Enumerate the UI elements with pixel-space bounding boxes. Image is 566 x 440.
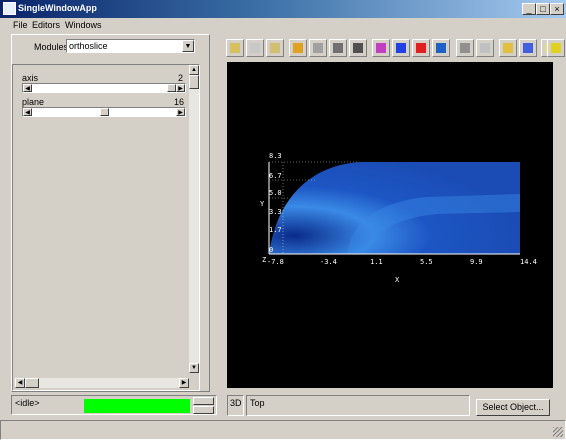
- plane-slider-thumb[interactable]: [100, 108, 109, 116]
- rotate-icon[interactable]: [289, 39, 307, 57]
- status-toggle-top[interactable]: [193, 397, 214, 405]
- status-bar: [0, 420, 566, 440]
- plane-label: plane: [22, 97, 45, 107]
- 3d-viewport[interactable]: 8.3 6.7 5.0 3.3 1.7 0 Y Z -7.8 -3.4 1.1 …: [227, 62, 553, 388]
- x-tick-label: -3.4: [320, 258, 337, 266]
- arrow-right-icon[interactable]: ▶: [176, 84, 185, 92]
- y-tick-label: 3.3: [269, 208, 282, 216]
- menu-windows[interactable]: Windows: [62, 19, 105, 32]
- close-button[interactable]: ×: [550, 3, 564, 15]
- zoom-icon[interactable]: [309, 39, 327, 57]
- menu-bar: File Editors Windows: [0, 19, 566, 32]
- vertical-scroll-thumb[interactable]: [189, 75, 199, 89]
- y-tick-label: 6.7: [269, 172, 282, 180]
- arrow-up-icon[interactable]: ▲: [189, 65, 199, 75]
- modules-value: orthoslice: [69, 41, 108, 51]
- viewer-status-bar: 3D Top Select Object...: [227, 393, 553, 418]
- view-all-icon[interactable]: [246, 39, 264, 57]
- axis-value: 2: [178, 73, 184, 83]
- axis-label: axis: [22, 73, 39, 83]
- select-object-button[interactable]: Select Object...: [476, 399, 550, 416]
- y-tick-label: 8.3: [269, 152, 282, 160]
- z-axis-label: Z: [262, 256, 267, 264]
- vertical-scrollbar[interactable]: ▲ ▼: [189, 65, 199, 373]
- view-name-label: Top: [250, 398, 265, 408]
- view-color-icon[interactable]: [432, 39, 450, 57]
- chevron-down-icon[interactable]: ▼: [182, 40, 194, 52]
- title-bar[interactable]: SingleWindowApp _ □ ×: [0, 0, 566, 18]
- view-name-field: Top: [246, 395, 470, 416]
- arrow-right-icon[interactable]: ▶: [179, 378, 189, 388]
- x-tick-label: 5.5: [420, 258, 433, 266]
- mode-3d-label: 3D: [230, 398, 242, 408]
- y-tick-label: 0: [269, 246, 274, 254]
- minimize-button[interactable]: _: [522, 3, 536, 15]
- x-tick-label: 1.1: [370, 258, 383, 266]
- module-parameters: axis 2 ◀ ▶ plane 16 ◀ ▶ ▲ ▼ ◀ ▶: [12, 64, 200, 391]
- perspective-icon[interactable]: [519, 39, 537, 57]
- y-axis-label: Y: [260, 200, 265, 208]
- select-icon[interactable]: [329, 39, 347, 57]
- arrow-left-icon[interactable]: ◀: [15, 378, 25, 388]
- x-axis-label: X: [395, 276, 400, 284]
- y-tick-label: 5.0: [269, 189, 282, 197]
- left-panel: Modules orthoslice ▼ axis 2 ◀ ▶ plane 16…: [11, 34, 210, 392]
- x-tick-label: 14.4: [520, 258, 537, 266]
- interact-icon[interactable]: [349, 39, 367, 57]
- x-tick-label: -7.8: [267, 258, 284, 266]
- modules-label: Modules: [34, 42, 69, 52]
- arrow-left-icon[interactable]: ◀: [23, 84, 32, 92]
- arrow-right-icon[interactable]: ▶: [176, 108, 185, 116]
- axis-slider-thumb[interactable]: [167, 84, 176, 92]
- plane-value: 16: [174, 97, 185, 107]
- maximize-button[interactable]: □: [536, 3, 550, 15]
- app-icon: [3, 2, 16, 15]
- mode-3d[interactable]: 3D: [227, 395, 244, 416]
- render-icon[interactable]: [547, 39, 565, 57]
- status-text: <idle>: [15, 398, 40, 408]
- resize-grip-icon[interactable]: [553, 427, 563, 437]
- x-tick-label: 9.9: [470, 258, 483, 266]
- seek-icon[interactable]: [266, 39, 284, 57]
- status-toggle-bottom[interactable]: [193, 406, 214, 414]
- view-y-icon[interactable]: [392, 39, 410, 57]
- horizontal-scrollbar[interactable]: ◀ ▶: [15, 378, 189, 388]
- window-title: SingleWindowApp: [18, 3, 97, 13]
- horizontal-scroll-thumb[interactable]: [25, 378, 39, 388]
- axis-slider[interactable]: ◀ ▶: [22, 83, 186, 93]
- print-icon[interactable]: [476, 39, 494, 57]
- stereo-icon[interactable]: [499, 39, 517, 57]
- arrow-left-icon[interactable]: ◀: [23, 108, 32, 116]
- y-tick-label: 1.7: [269, 226, 282, 234]
- progress-bar: [84, 399, 190, 413]
- snapshot-icon[interactable]: [456, 39, 474, 57]
- plane-slider[interactable]: ◀ ▶: [22, 107, 186, 117]
- view-z-icon[interactable]: [412, 39, 430, 57]
- view-home-icon[interactable]: [226, 39, 244, 57]
- status-area: <idle>: [11, 395, 217, 415]
- menu-file[interactable]: File: [10, 19, 31, 32]
- menu-editors[interactable]: Editors: [29, 19, 63, 32]
- arrow-down-icon[interactable]: ▼: [189, 363, 199, 373]
- modules-dropdown[interactable]: orthoslice ▼: [66, 39, 195, 53]
- orthoslice-plot: [268, 161, 520, 255]
- view-x-icon[interactable]: [372, 39, 390, 57]
